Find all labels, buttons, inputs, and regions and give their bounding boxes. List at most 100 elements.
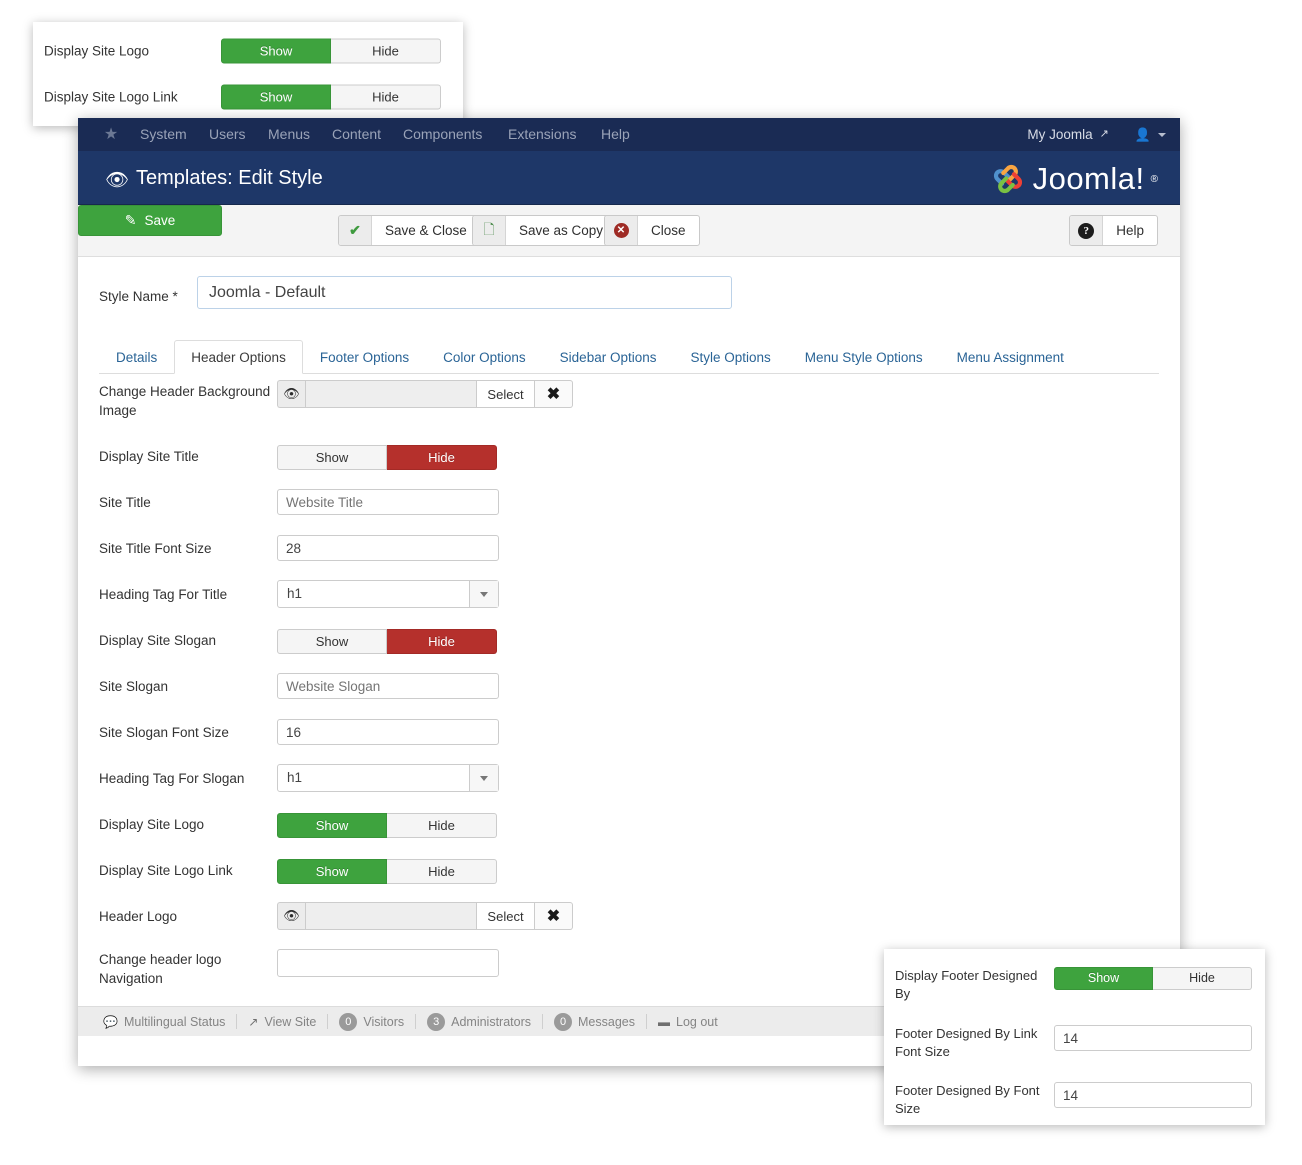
site-title-font-size-input[interactable] [277, 535, 499, 561]
popup-label-footer-designed-by-link-font-size: Footer Designed By Link Font Size [895, 1026, 1038, 1059]
tab-menu-assignment[interactable]: Menu Assignment [940, 340, 1081, 374]
chevron-down-icon[interactable] [469, 765, 498, 791]
popup-toggle-display-site-logo[interactable]: Show Hide [221, 38, 441, 64]
tab-details[interactable]: Details [99, 340, 174, 374]
eye-icon[interactable]: 👁 [277, 902, 305, 930]
close-button[interactable]: ✕ Close [604, 215, 700, 246]
tab-color-options[interactable]: Color Options [426, 340, 543, 374]
field-row-display-site-logo-link: Display Site Logo Link Show Hide [78, 842, 1180, 888]
popup-toggle-hide-1[interactable]: Hide [331, 84, 441, 110]
field-control-heading-tag-for-slogan[interactable]: h1 [277, 764, 499, 792]
popup-toggle-show-0[interactable]: Show [221, 38, 331, 64]
clear-x-icon[interactable]: ✖ [535, 902, 573, 930]
select-header-background-image-button[interactable]: Select [477, 380, 535, 408]
display-site-logo-link-show[interactable]: Show [277, 859, 387, 884]
field-row-site-title: Site Title [78, 474, 1180, 520]
display-site-title-hide[interactable]: Hide [387, 445, 497, 470]
status-log-out[interactable]: ▬ Log out [647, 1015, 729, 1029]
site-name-link[interactable]: My Joomla [1027, 118, 1092, 151]
joomla-admin-window: ★ System Users Menus Content Components … [78, 118, 1180, 1066]
field-row-change-header-background-image: Change Header Background Image 👁 Select … [78, 380, 1180, 428]
popup-toggle-display-footer-designed-by[interactable]: Show Hide [1054, 967, 1252, 992]
footer-designed-by-hide[interactable]: Hide [1153, 967, 1252, 990]
field-control-site-title-font-size [277, 535, 499, 561]
display-site-slogan-show[interactable]: Show [277, 629, 387, 654]
save-and-close-button[interactable]: ✔ Save & Close [338, 215, 481, 246]
menu-item-content[interactable]: Content [332, 118, 381, 151]
screenshot-stage: Display Site Logo Show Hide Display Site… [0, 0, 1302, 1165]
circle-x-icon: ✕ [605, 216, 638, 245]
display-site-title-show[interactable]: Show [277, 445, 387, 470]
header-logo-input[interactable] [305, 902, 477, 930]
menu-item-extensions[interactable]: Extensions [508, 118, 576, 151]
field-control-display-site-logo-link[interactable]: Show Hide [277, 859, 497, 884]
field-control-site-slogan [277, 673, 499, 699]
chevron-down-icon[interactable] [1158, 132, 1166, 137]
field-row-site-slogan: Site Slogan [78, 658, 1180, 704]
joomla-logo: Joomla! ® [989, 160, 1158, 198]
display-site-slogan-hide[interactable]: Hide [387, 629, 497, 654]
site-slogan-font-size-input[interactable] [277, 719, 499, 745]
display-site-logo-link-hide[interactable]: Hide [387, 859, 497, 884]
header-background-image-input[interactable] [305, 380, 477, 408]
status-administrators[interactable]: 3 Administrators [416, 1012, 542, 1031]
change-header-logo-navigation-input[interactable] [277, 949, 499, 977]
field-row-header-logo: Header Logo 👁 Select ✖ [78, 888, 1180, 934]
footer-designed-by-font-size-input[interactable] [1054, 1082, 1252, 1108]
tab-header-options[interactable]: Header Options [174, 340, 303, 374]
popup-label-display-footer-designed-by: Display Footer Designed By [895, 968, 1038, 1001]
field-row-display-site-logo: Display Site Logo Show Hide [78, 796, 1180, 842]
registered-mark: ® [1150, 173, 1158, 185]
style-name-input[interactable] [197, 276, 732, 309]
menu-item-menus[interactable]: Menus [268, 118, 310, 151]
site-slogan-input[interactable] [277, 673, 499, 699]
select-header-logo-button[interactable]: Select [477, 902, 535, 930]
eye-icon[interactable]: 👁 [277, 380, 305, 408]
field-control-heading-tag-for-title[interactable]: h1 [277, 580, 499, 608]
menu-item-users[interactable]: Users [209, 118, 246, 151]
field-row-site-slogan-font-size: Site Slogan Font Size [78, 704, 1180, 750]
popup-control-footer-designed-by-font-size [1054, 1082, 1252, 1108]
site-title-input[interactable] [277, 489, 499, 515]
tab-sidebar-options[interactable]: Sidebar Options [543, 340, 674, 374]
menu-item-components[interactable]: Components [403, 118, 482, 151]
status-multilingual-status-label: Multilingual Status [123, 1014, 226, 1029]
popup-label-footer-designed-by-font-size: Footer Designed By Font Size [895, 1083, 1040, 1116]
help-button[interactable]: ? Help [1069, 215, 1158, 246]
menu-item-system[interactable]: System [140, 118, 187, 151]
status-view-site[interactable]: ↗ View Site [237, 1015, 327, 1029]
field-label-display-site-logo: Display Site Logo [99, 817, 205, 832]
popup-toggle-hide-0[interactable]: Hide [331, 38, 441, 64]
status-visitors-label: Visitors [363, 1014, 405, 1029]
clear-x-icon[interactable]: ✖ [535, 380, 573, 408]
footer-designed-by-options-popup: Display Footer Designed By Show Hide Foo… [884, 949, 1265, 1125]
visitors-count-badge: 0 [339, 1012, 358, 1031]
status-visitors[interactable]: 0 Visitors [328, 1012, 415, 1031]
user-icon[interactable]: 👤 [1135, 118, 1151, 151]
menu-item-help[interactable]: Help [601, 118, 630, 151]
display-site-logo-hide[interactable]: Hide [387, 813, 497, 838]
save-button[interactable]: ✎ Save [78, 205, 222, 236]
footer-designed-by-link-font-size-input[interactable] [1054, 1025, 1252, 1051]
status-multilingual-status[interactable]: 💬 Multilingual Status [92, 1015, 236, 1029]
status-messages[interactable]: 0 Messages [543, 1012, 646, 1031]
tab-footer-options[interactable]: Footer Options [303, 340, 426, 374]
field-label-site-title-font-size: Site Title Font Size [99, 541, 212, 556]
popup-toggle-show-1[interactable]: Show [221, 84, 331, 110]
save-as-copy-button[interactable]: 🗋 Save as Copy [472, 215, 618, 246]
external-link-icon[interactable]: ↗ [1100, 118, 1109, 151]
popup-toggle-display-site-logo-link[interactable]: Show Hide [221, 84, 441, 110]
footer-designed-by-show[interactable]: Show [1054, 967, 1153, 990]
display-site-logo-show[interactable]: Show [277, 813, 387, 838]
field-control-display-site-title[interactable]: Show Hide [277, 445, 497, 470]
field-control-display-site-logo[interactable]: Show Hide [277, 813, 497, 838]
tab-menu-style-options[interactable]: Menu Style Options [788, 340, 940, 374]
joomla-mark-icon[interactable]: ★ [102, 126, 120, 144]
tab-style-options[interactable]: Style Options [673, 340, 787, 374]
save-and-close-label: Save & Close [385, 223, 467, 238]
style-name-row: Style Name * [78, 276, 1180, 322]
chevron-down-icon[interactable] [469, 581, 498, 607]
pencil-square-icon: ✎ [124, 212, 137, 228]
status-view-site-label: View Site [264, 1014, 317, 1029]
field-control-display-site-slogan[interactable]: Show Hide [277, 629, 497, 654]
